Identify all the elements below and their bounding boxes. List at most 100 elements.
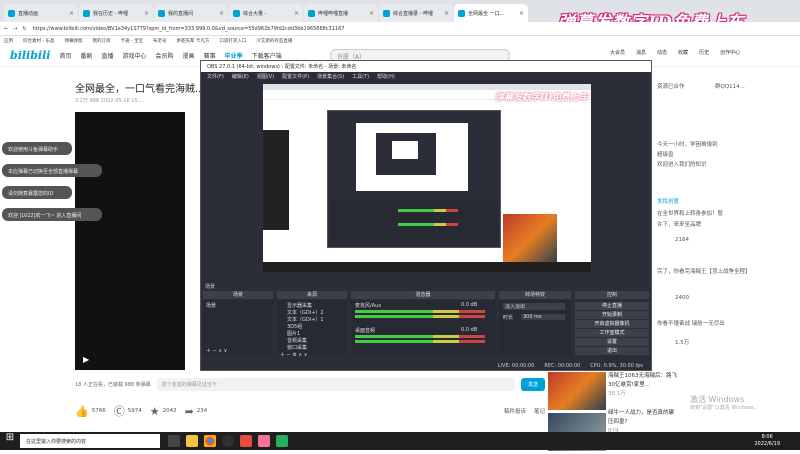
obs-menu-item[interactable]: 文件(F) xyxy=(207,73,224,80)
chrome-icon[interactable] xyxy=(204,435,216,447)
browser-tab[interactable]: 综合直播录 - 哔哩 × xyxy=(379,4,453,22)
virtual-camera-button[interactable]: 开启虚拟摄像机 xyxy=(575,320,649,328)
bilibili-logo[interactable]: bilibili xyxy=(10,49,50,62)
obs-menu-item[interactable]: 编辑(E) xyxy=(232,73,249,80)
source-item[interactable]: 文本（GDI+）2 xyxy=(287,309,324,316)
nav-item[interactable]: 首页 xyxy=(59,51,71,60)
dynamics-link[interactable]: 动态 xyxy=(657,49,667,56)
studio-mode-button[interactable]: 工作室模式 xyxy=(575,329,649,337)
nav-item[interactable]: 游戏中心 xyxy=(123,51,147,60)
browser-tab[interactable]: 直播动画 × xyxy=(4,4,78,22)
rec-thumbnail[interactable] xyxy=(548,372,606,410)
source-item[interactable]: 窗口采集 xyxy=(287,344,307,351)
browser-tab[interactable]: 哔哩哔哩直播 × xyxy=(304,4,378,22)
obs-icon[interactable] xyxy=(222,435,234,447)
exit-button[interactable]: 退出 xyxy=(575,347,649,355)
like-button[interactable]: 👍 5766 xyxy=(75,405,106,418)
promo-link[interactable]: 毕业季 xyxy=(225,51,243,60)
right-text: 超级兽 xyxy=(657,152,674,158)
address-bar[interactable]: ← → ↻ https://www.bilibili.com/video/BV1… xyxy=(0,22,800,36)
task-view-icon[interactable] xyxy=(168,435,180,447)
bookmark-item[interactable]: 卡通 - 宝宝 xyxy=(120,38,142,44)
obs-menu-item[interactable]: 工具(T) xyxy=(352,73,369,80)
share-button[interactable]: ➦ 234 xyxy=(185,405,208,418)
report-link[interactable]: 稿件投诉 xyxy=(504,407,526,415)
bookmark-item[interactable]: 我的订阅 xyxy=(92,38,110,44)
send-button[interactable]: 发送 xyxy=(521,377,545,391)
bookmark-item[interactable]: 应用 xyxy=(4,38,13,44)
bookmark-item[interactable]: 口袋打赏入口 xyxy=(219,38,246,44)
settings-button[interactable]: 设置 xyxy=(575,338,649,346)
coin-button[interactable]: Ⓒ 5974 xyxy=(114,403,142,419)
taskbar-search[interactable]: 在这里输入你要搜索的内容 xyxy=(20,434,160,448)
source-item[interactable]: 音频采集 xyxy=(287,337,307,344)
app-icon[interactable] xyxy=(276,435,288,447)
right-follow-link[interactable]: 发挥创意 xyxy=(657,197,679,205)
controls-panel-title: 控制 xyxy=(575,291,649,299)
app-icon[interactable] xyxy=(240,435,252,447)
history-link[interactable]: 历史 xyxy=(699,49,709,56)
close-icon[interactable]: × xyxy=(294,10,299,17)
stop-streaming-button[interactable]: 停止直播 xyxy=(575,302,649,310)
close-icon[interactable]: × xyxy=(144,10,149,17)
notes-link[interactable]: 笔记 xyxy=(534,407,545,415)
start-recording-button[interactable]: 开始录制 xyxy=(575,311,649,319)
browser-tab[interactable]: 我的直播间 × xyxy=(154,4,228,22)
nav-item[interactable]: 直播 xyxy=(102,51,114,60)
favorite-button[interactable]: ★ 2042 xyxy=(150,405,177,418)
mixer-track-db: 0.0 dB xyxy=(461,302,478,308)
browser-tab[interactable]: 综合大量 - × xyxy=(229,4,303,22)
play-icon[interactable]: ▶ xyxy=(83,355,89,364)
messages-link[interactable]: 消息 xyxy=(636,49,646,56)
scene-item[interactable]: 场景 xyxy=(206,302,216,309)
source-item[interactable]: 图片1 xyxy=(287,330,300,337)
back-icon[interactable]: ← xyxy=(4,26,8,32)
reload-icon[interactable]: ↻ xyxy=(22,26,26,32)
danmaku-input[interactable]: 发个友善的弹幕见证当下 xyxy=(156,377,515,391)
close-icon[interactable]: × xyxy=(219,10,224,17)
url-text[interactable]: https://www.bilibili.com/video/BV1e34y1S… xyxy=(33,26,345,32)
video-player[interactable]: ▶ xyxy=(75,112,185,370)
scenes-panel-title: 场景 xyxy=(203,291,273,299)
transition-select[interactable]: 淡入淡出 xyxy=(503,303,565,310)
rec-title[interactable]: 完了，你看完海贼王【顶上战争全程】 xyxy=(657,267,797,275)
close-icon[interactable]: × xyxy=(69,10,74,17)
bookmark-item[interactable]: 余乾先辈 卡凡方 xyxy=(176,38,209,44)
rec-title[interactable]: 你看不懂奋战 瑞航一无尽出 xyxy=(657,319,797,327)
mixer-track-name: 桌面音频 xyxy=(355,328,376,334)
obs-menu-item[interactable]: 帮助(H) xyxy=(377,73,395,80)
nav-item[interactable]: 会员购 xyxy=(156,51,174,60)
taskbar-clock[interactable]: 8:06 2022/6/19 xyxy=(754,434,780,448)
bookmark-item[interactable]: 布老号 xyxy=(153,38,167,44)
close-icon[interactable]: × xyxy=(519,10,524,17)
favorites-link[interactable]: 收藏 xyxy=(678,49,688,56)
vip-link[interactable]: 大会员 xyxy=(610,49,625,56)
rec-title[interactable]: 海贼王1063无海贼后：路飞30亿悬赏!家里... xyxy=(608,372,678,390)
transitions-panel: 淡入淡出 时长 300 ms xyxy=(499,300,571,355)
browser-tab[interactable]: 我在历史 - 哔哩 × xyxy=(79,4,153,22)
obs-menu-item[interactable]: 场景集合(S) xyxy=(317,73,344,80)
bookmark-item[interactable]: 冷艾斯的有些直播 xyxy=(256,38,292,44)
close-icon[interactable]: × xyxy=(444,10,449,17)
nav-item[interactable]: 漫画 xyxy=(183,51,195,60)
app-icon[interactable] xyxy=(258,435,270,447)
explorer-icon[interactable] xyxy=(186,435,198,447)
nav-item[interactable]: 赛事 xyxy=(204,51,216,60)
source-item[interactable]: 3D5组 xyxy=(287,323,302,330)
source-item[interactable]: 显示器采集 xyxy=(287,302,312,309)
bookmark-item[interactable]: 弹幕弹窗 xyxy=(64,38,82,44)
obs-menu-item[interactable]: 配置文件(P) xyxy=(282,73,309,80)
bookmark-item[interactable]: 综合素材 - 乐晶 xyxy=(23,38,54,44)
source-item[interactable]: 文本（GDI+）1 xyxy=(287,316,324,323)
duration-input[interactable]: 300 ms xyxy=(521,314,565,320)
creator-center-link[interactable]: 创作中心 xyxy=(720,49,740,56)
obs-menu-item[interactable]: 视图(V) xyxy=(257,73,274,80)
browser-tab-active[interactable]: 全网最全 一口... × xyxy=(454,4,528,22)
nav-item[interactable]: 番剧 xyxy=(80,51,92,60)
obs-preview[interactable]: 弹幕发数字ID免费上车 xyxy=(263,84,591,272)
close-icon[interactable]: × xyxy=(369,10,374,17)
download-client-link[interactable]: 下载客户端 xyxy=(252,51,282,60)
forward-icon[interactable]: → xyxy=(13,26,17,32)
windows-start-icon[interactable]: ⊞ xyxy=(0,432,20,450)
rec-title[interactable]: 绿牛一人战力，是否真的碾压四皇? xyxy=(608,409,678,427)
